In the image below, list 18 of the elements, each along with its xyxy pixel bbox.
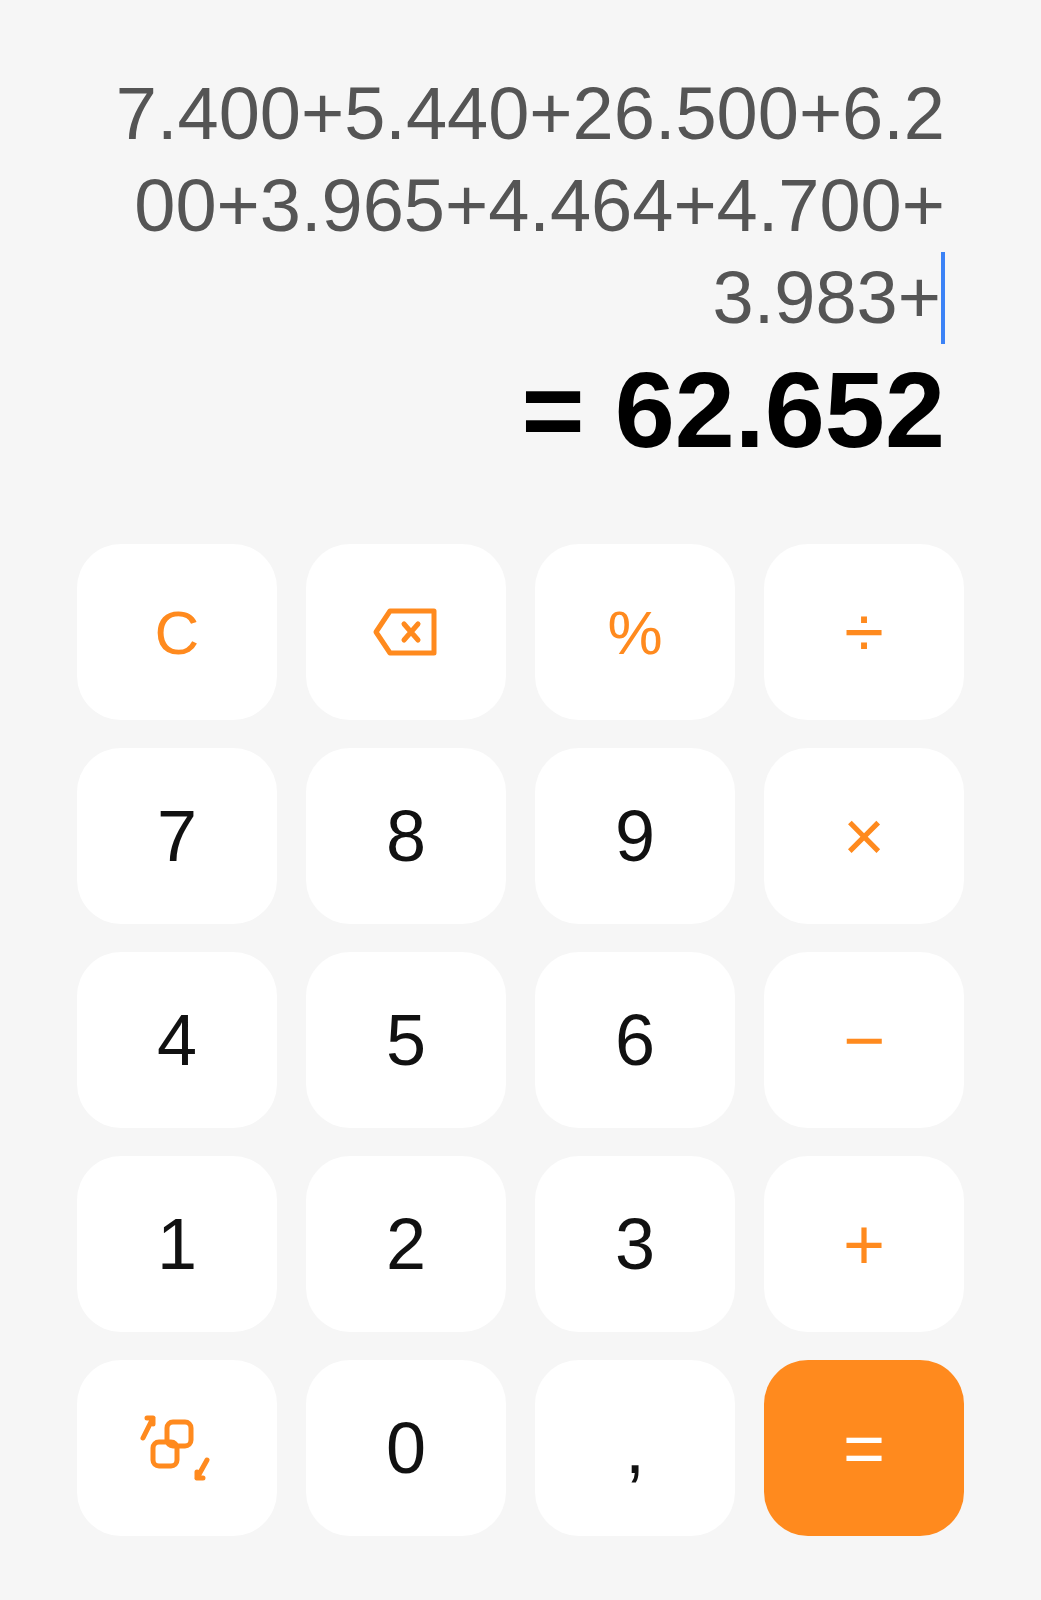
digit-key[interactable]: ,: [535, 1360, 735, 1536]
digit-key[interactable]: 8: [306, 748, 506, 924]
digit-key[interactable]: 3: [535, 1156, 735, 1332]
digit-key[interactable]: 2: [306, 1156, 506, 1332]
digit-key[interactable]: 5: [306, 952, 506, 1128]
digit-key[interactable]: 4: [77, 952, 277, 1128]
expression-line: 00+3.965+4.464+4.700+: [134, 163, 945, 249]
convert-key[interactable]: [77, 1360, 277, 1536]
digit-key[interactable]: 0: [306, 1360, 506, 1536]
result-text: = 62.652: [521, 348, 945, 472]
backspace-key[interactable]: [306, 544, 506, 720]
digit-key[interactable]: 1: [77, 1156, 277, 1332]
digit-key[interactable]: 7: [77, 748, 277, 924]
digit-key[interactable]: 6: [535, 952, 735, 1128]
backspace-icon: [372, 607, 440, 657]
expression-line: 7.400+5.440+26.500+6.2: [115, 71, 945, 157]
expression-line: 3.983+: [712, 255, 941, 341]
digit-key[interactable]: 9: [535, 748, 735, 924]
